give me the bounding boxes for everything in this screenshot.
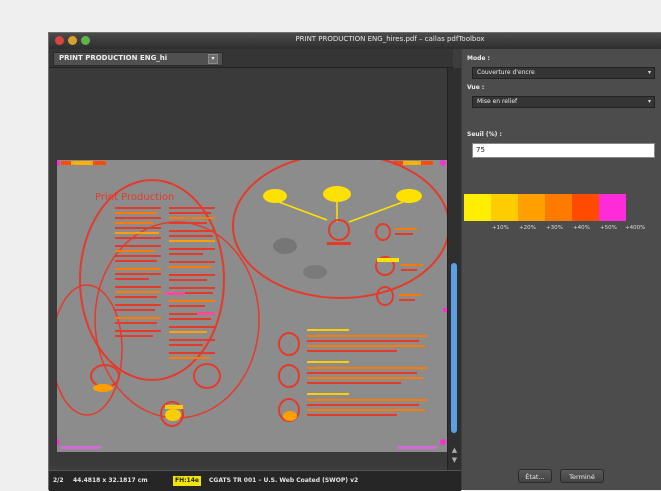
view-select-value: Mise en relief (477, 98, 518, 105)
legend-swatch-30 (518, 194, 545, 221)
legend-label-40: +40% (573, 225, 590, 231)
threshold-input[interactable]: 75 (472, 143, 655, 158)
mode-select-value: Couverture d'encre (477, 69, 535, 76)
legend-swatch-10 (464, 194, 491, 221)
done-button[interactable]: Terminé (560, 469, 604, 483)
status-badge: FH:14e (173, 476, 201, 486)
chevron-down-icon: ▾ (647, 98, 651, 105)
document-viewer[interactable]: Print Production (49, 68, 450, 466)
minimize-button[interactable] (68, 36, 77, 45)
legend-label-400: +400% (625, 225, 646, 231)
mode-label: Mode : (467, 55, 490, 62)
mode-select[interactable]: Couverture d'encre ▾ (472, 67, 655, 79)
state-button[interactable]: État... (518, 469, 552, 483)
legend-label-20: +20% (519, 225, 536, 231)
scroll-up-icon[interactable]: ▲ (450, 446, 459, 454)
app-window: PRINT PRODUCTION ENG_hires.pdf – callas … (48, 32, 661, 491)
close-button[interactable] (55, 36, 64, 45)
legend-label-10: +10% (492, 225, 509, 231)
legend-swatch-20 (491, 194, 518, 221)
page-size: 44.4818 x 32.1817 cm (73, 477, 148, 484)
zoom-button[interactable] (81, 36, 90, 45)
view-label: Vue : (467, 84, 485, 91)
document-heading: Print Production (95, 192, 174, 203)
legend-label-30: +30% (546, 225, 563, 231)
threshold-label: Seuil (%) : (467, 131, 502, 138)
color-profile: CGATS TR 001 – U.S. Web Coated (SWOP) v2 (209, 477, 359, 484)
document-tab[interactable]: PRINT PRODUCTION ENG_hi ▾ (53, 52, 223, 66)
legend-swatch-40 (545, 194, 572, 221)
vertical-scrollbar[interactable]: ▲ ▼ (447, 68, 461, 470)
chevron-down-icon: ▾ (647, 69, 651, 76)
window-title: PRINT PRODUCTION ENG_hires.pdf – callas … (295, 35, 485, 43)
document-tab-label: PRINT PRODUCTION ENG_hi (59, 54, 168, 62)
tab-bar: PRINT PRODUCTION ENG_hi ▾ (49, 49, 453, 68)
view-select[interactable]: Mise en relief ▾ (472, 96, 655, 108)
tab-menu-icon[interactable]: ▾ (208, 54, 218, 64)
scrollbar-thumb[interactable] (451, 263, 457, 433)
pdf-page[interactable]: Print Production (51, 153, 450, 452)
legend-swatch-50 (572, 194, 599, 221)
scroll-down-icon[interactable]: ▼ (450, 456, 459, 464)
legend-swatch-400 (599, 194, 626, 221)
coverage-legend (464, 194, 654, 221)
page-indicator: 2/2 (53, 477, 64, 484)
legend-label-50: +50% (600, 225, 617, 231)
status-bar: 2/2 44.4818 x 32.1817 cm FH:14e CGATS TR… (49, 470, 461, 491)
threshold-input-value: 75 (476, 146, 485, 154)
ink-coverage-overlay: Print Production (51, 153, 450, 449)
title-bar[interactable]: PRINT PRODUCTION ENG_hires.pdf – callas … (49, 33, 661, 49)
inspector-panel: Mode : Couverture d'encre ▾ Vue : Mise e… (462, 49, 661, 490)
